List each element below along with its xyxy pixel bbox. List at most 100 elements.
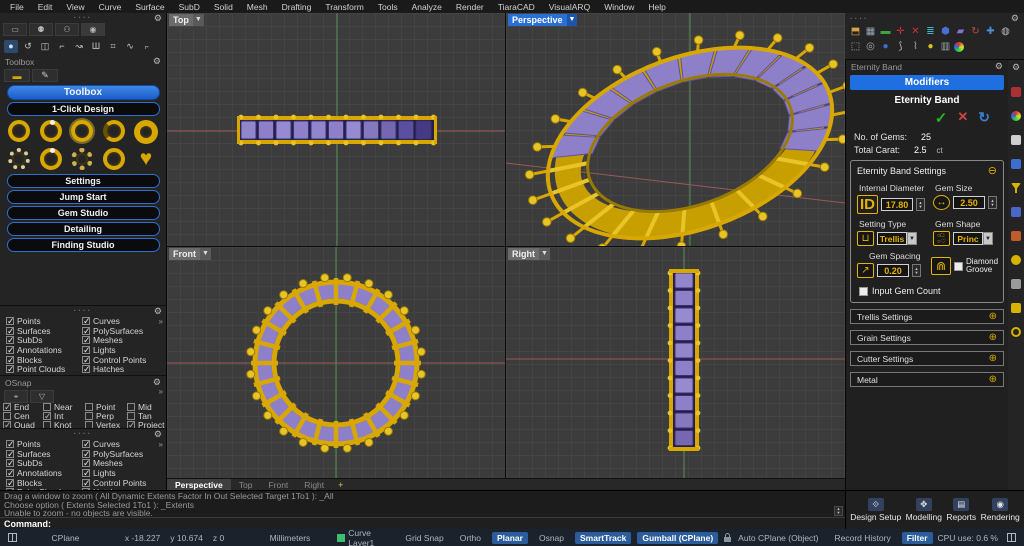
input-gem-count-checkbox[interactable] <box>859 287 868 296</box>
viewport-tab[interactable]: Perspective <box>167 479 231 491</box>
expand-plus-icon[interactable]: ⊕ <box>989 332 997 343</box>
menu-item[interactable]: Render <box>449 2 491 12</box>
display-toggle[interactable]: Meshes <box>82 458 166 468</box>
checkbox[interactable] <box>82 317 90 325</box>
drag-dots[interactable]: ···· <box>74 306 93 315</box>
viewport-top-chip[interactable]: Top▼ <box>169 14 204 26</box>
expand-chevron-icon[interactable]: » <box>159 440 163 449</box>
add-viewport-tab[interactable]: + <box>332 480 349 490</box>
osnap-toggle[interactable]: Mid <box>127 402 163 411</box>
internal-diameter-input[interactable]: 17.80 <box>881 198 913 211</box>
menu-item[interactable]: Curve <box>92 2 129 12</box>
settings-section-bar[interactable]: Cutter Settings ⊕ <box>850 351 1004 366</box>
delete-icon[interactable]: ✕ <box>909 25 922 38</box>
display-toggle[interactable]: Blocks <box>6 355 82 365</box>
checkbox[interactable] <box>6 450 14 458</box>
chevron-down-icon[interactable]: ▼ <box>567 14 578 26</box>
expand-chevron-icon[interactable]: » <box>159 317 163 326</box>
curve2-tool-icon[interactable]: ∿ <box>123 40 137 53</box>
display-toggle[interactable]: Meshes <box>82 335 166 345</box>
checkbox[interactable] <box>82 440 90 448</box>
status-toggle[interactable]: SmartTrack <box>575 532 631 544</box>
gem-spacing-input[interactable]: 0.20 <box>877 264 909 277</box>
display-toggle[interactable]: Lights <box>82 345 166 355</box>
move-icon[interactable]: ✛ <box>894 25 907 38</box>
osnap-toggle[interactable]: Perp <box>85 411 127 420</box>
gear-icon[interactable]: ⚙ <box>154 429 162 440</box>
menu-item[interactable]: Window <box>597 2 641 12</box>
reports-button[interactable]: ▤ Reports <box>946 498 976 522</box>
one-click-design-button[interactable]: 1-Click Design <box>7 102 160 116</box>
checkbox[interactable] <box>85 403 93 411</box>
display-toggle[interactable]: Curves <box>82 316 166 326</box>
settings-section-bar[interactable]: Trellis Settings ⊕ <box>850 309 1004 324</box>
display-toggle[interactable]: Lights <box>82 468 166 478</box>
status-toggle[interactable]: Filter <box>902 532 933 544</box>
checkbox[interactable] <box>6 440 14 448</box>
gear-icon[interactable]: ⚙ <box>153 56 161 67</box>
command-scroll-spinner[interactable]: ▲▼ <box>834 506 843 516</box>
refresh-icon[interactable]: ↻ <box>978 109 990 127</box>
color-wheel-panel-icon[interactable] <box>1011 111 1021 121</box>
status-toggle[interactable]: Record History <box>830 532 896 544</box>
viewport-tab[interactable]: Front <box>260 479 296 491</box>
display-toggle[interactable]: Hatches <box>82 364 166 374</box>
globe-icon[interactable]: ◍ <box>999 25 1012 38</box>
menu-item[interactable]: SubD <box>172 2 207 12</box>
rendering-button[interactable]: ◉ Rendering <box>981 498 1020 522</box>
command-area[interactable]: Drag a window to zoom ( All Dynamic Exte… <box>0 490 845 529</box>
viewport-front-chip[interactable]: Front▼ <box>169 248 211 260</box>
curve-tool-icon[interactable]: ↺ <box>21 40 35 53</box>
display-panel-icon[interactable] <box>1011 135 1021 145</box>
command-prompt[interactable]: Command: <box>0 517 845 529</box>
checkbox[interactable] <box>82 356 90 364</box>
lasso-icon[interactable]: ⟆ <box>894 40 907 53</box>
diamond-groove-checkbox[interactable] <box>954 262 963 271</box>
checkbox[interactable] <box>82 450 90 458</box>
gumball-icon[interactable]: ✚ <box>984 25 997 38</box>
setting-type-dropdown[interactable]: Trellis ▼ <box>877 232 917 245</box>
menu-item[interactable]: File <box>3 2 31 12</box>
box-tool-icon[interactable]: ◫ <box>38 40 52 53</box>
viewport-right[interactable]: Right▼ <box>506 247 845 478</box>
modelling-button[interactable]: ✥ Modelling <box>906 498 942 522</box>
gold-ring-panel-icon[interactable] <box>1011 255 1021 265</box>
display-toggle[interactable]: Control Points <box>82 478 166 488</box>
display-toggle[interactable]: Curves <box>82 439 166 449</box>
gear-icon[interactable]: ⚙ <box>1012 62 1020 73</box>
material-icon[interactable]: ▬ <box>879 25 892 38</box>
checkbox[interactable] <box>82 459 90 467</box>
toolbox-nav-button[interactable]: Detailing <box>7 222 160 236</box>
menu-item[interactable]: Edit <box>31 2 60 12</box>
display-toggle[interactable]: Blocks <box>6 478 82 488</box>
gear-ring-icon[interactable] <box>103 148 125 170</box>
two-tone-ring-icon[interactable] <box>103 120 125 142</box>
display-toggle[interactable]: Surfaces <box>6 449 82 459</box>
status-toggle[interactable]: Auto CPlane (Object) <box>733 532 823 544</box>
viewport-perspective[interactable]: Perspective▼ <box>506 13 845 246</box>
toolbar-tab-points-icon[interactable]: ⚇ <box>55 23 79 36</box>
gem-shape-dropdown[interactable]: Princ ▼ <box>953 232 993 245</box>
viewport-front[interactable]: Front▼ <box>167 247 505 478</box>
osnap-toggle[interactable]: Int <box>43 411 85 420</box>
status-toggle[interactable]: Ortho <box>455 532 486 544</box>
checkbox[interactable] <box>6 479 14 487</box>
checkbox[interactable] <box>3 403 11 411</box>
checkbox[interactable] <box>6 346 14 354</box>
modifiers-button[interactable]: Modifiers <box>850 75 1004 90</box>
design-setup-button[interactable]: ⟐ Design Setup <box>850 498 901 522</box>
shaded-sphere-icon[interactable]: ● <box>879 40 892 53</box>
menu-item[interactable]: View <box>59 2 91 12</box>
display-toggle[interactable]: Annotations <box>6 345 82 355</box>
osnap-toggle[interactable]: Tan <box>127 411 163 420</box>
settings-section-bar[interactable]: Metal ⊕ <box>850 372 1004 387</box>
status-toggle[interactable]: Planar <box>492 532 528 544</box>
toolbar-tab-dot-icon[interactable]: ◉ <box>81 23 105 36</box>
display-toggle[interactable]: SubDs <box>6 458 82 468</box>
ring-band-tab-icon[interactable]: ▬ <box>4 69 30 82</box>
chevron-down-icon[interactable]: ▼ <box>193 14 204 26</box>
menu-item[interactable]: Transform <box>318 2 370 12</box>
handle-icon[interactable]: ⌇ <box>909 40 922 53</box>
checkbox[interactable] <box>6 365 14 373</box>
pencil-tab-icon[interactable]: ✎ <box>32 69 58 82</box>
